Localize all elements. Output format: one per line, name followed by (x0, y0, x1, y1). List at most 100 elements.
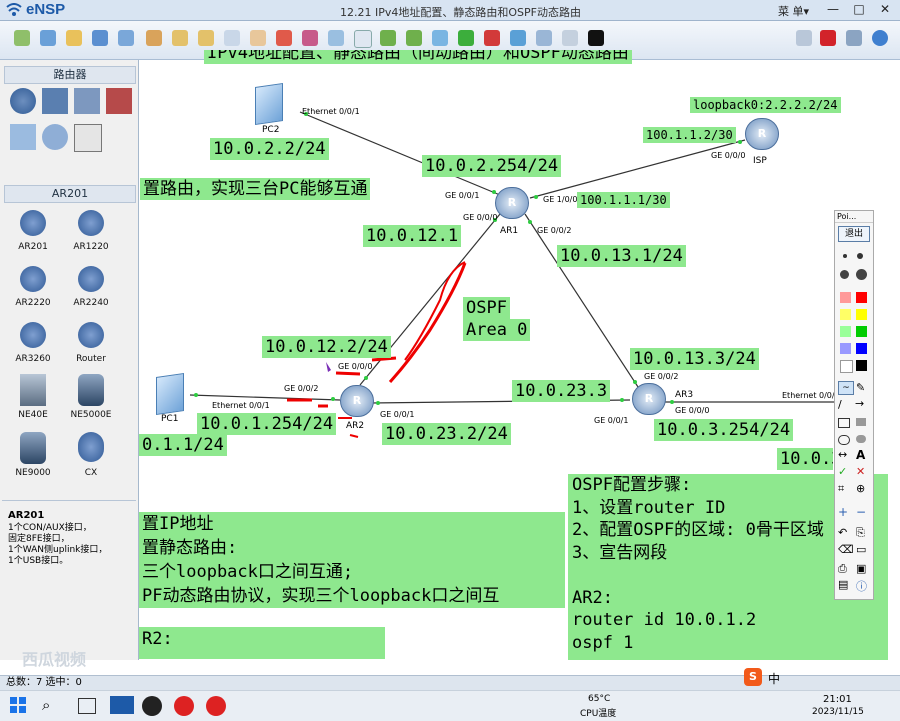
color-swatch[interactable] (840, 292, 851, 303)
line-tool-icon[interactable]: / (838, 398, 842, 411)
note-line: router id 10.0.1.2 (572, 610, 757, 630)
port-label: GE 0/0/2 (537, 226, 572, 235)
pen-toolbar-title: Poi... (835, 211, 873, 223)
pen-size-small-icon[interactable] (843, 254, 847, 258)
copy-icon[interactable]: ⎘ (856, 526, 865, 540)
ar1-wan-ip-label: 100.1.1.1/30 (577, 192, 670, 208)
color-swatch[interactable] (856, 343, 867, 354)
ar3-lan-ip-label: 10.0.3.254/24 (654, 419, 794, 441)
note-line: 三个loopback口之间互通; (142, 562, 354, 582)
image-icon[interactable]: ▤ (838, 578, 848, 591)
ar2-router-icon[interactable]: R (340, 385, 374, 417)
link-pc1-ar2 (189, 394, 341, 401)
filled-rectangle-icon[interactable] (856, 418, 866, 426)
ospf-label: OSPF (463, 297, 510, 319)
sogou-ime-icon[interactable]: S (744, 668, 762, 686)
note-line: ospf 1 (572, 632, 634, 653)
color-swatch[interactable] (840, 326, 851, 337)
check-icon[interactable]: ✓ (838, 465, 847, 478)
isp-loopback-label: loopback0:2.2.2.2/24 (690, 97, 841, 113)
pen-stroke (404, 261, 466, 361)
ar2-name: AR2 (346, 421, 365, 431)
port-label: GE 0/0/0 (338, 362, 373, 371)
ar1-name: AR1 (500, 226, 519, 236)
select-region-icon[interactable]: ⌗ (838, 482, 844, 496)
double-arrow-icon[interactable]: ↔ (838, 448, 847, 461)
windows-taskbar (0, 690, 900, 721)
color-swatch[interactable] (856, 309, 867, 320)
color-swatch[interactable] (840, 309, 851, 320)
pen-stroke (371, 356, 397, 362)
app2-taskbar-icon[interactable] (206, 696, 226, 716)
search-icon[interactable]: ⌕ (42, 696, 50, 714)
pc2-name: PC2 (262, 125, 280, 135)
rectangle-tool-icon[interactable] (838, 418, 850, 428)
color-swatch[interactable] (856, 360, 867, 371)
isp-router-icon[interactable]: R (745, 118, 779, 150)
text-tool-icon[interactable]: A (856, 448, 865, 462)
config-notes-left2: R2: (139, 627, 385, 659)
color-swatch[interactable] (840, 360, 853, 373)
eraser-icon[interactable]: ⌫ (838, 543, 854, 556)
port-label: GE 0/0/2 (644, 372, 679, 381)
port-label: GE 0/0/2 (284, 384, 319, 393)
undo-pen-icon[interactable]: ↶ (838, 526, 847, 539)
remove-icon[interactable]: − (856, 505, 866, 519)
isp-ip-label: 100.1.1.2/30 (643, 127, 736, 143)
pen-stroke (335, 371, 361, 376)
pen-stroke (349, 434, 359, 438)
pen-size-large-icon[interactable] (840, 270, 849, 279)
ar3-23-ip-label: 10.0.23.3 (512, 380, 611, 402)
print-pen-icon[interactable]: ⎙ (838, 562, 847, 576)
color-swatch[interactable] (840, 343, 851, 354)
clock-time: 21:01 (823, 694, 852, 705)
ar3-name: AR3 (675, 390, 694, 400)
cross-icon[interactable]: ✕ (856, 465, 865, 478)
pc2-device-icon[interactable] (255, 83, 283, 125)
add-icon[interactable]: + (838, 505, 848, 519)
task-view-icon[interactable] (78, 698, 96, 714)
highlighter-icon[interactable]: ✎ (856, 381, 865, 394)
clock-date: 2023/11/15 (812, 707, 864, 717)
info-icon[interactable]: ⓘ (856, 578, 867, 594)
pc3-ip-label: 10.0.3.2/ (777, 448, 833, 470)
task-route-note: 置路由，实现三台PC能够互通 (140, 178, 371, 200)
isp-name: ISP (753, 156, 767, 166)
color-swatch[interactable] (856, 326, 867, 337)
ellipse-tool-icon[interactable] (838, 435, 850, 445)
color-swatch[interactable] (856, 292, 867, 303)
pen-freehand-icon[interactable]: ~ (838, 381, 854, 395)
clear-icon[interactable]: ▭ (856, 543, 866, 556)
port-label: GE 0/0/1 (445, 191, 480, 200)
config-notes-left: 置IP地址 置静态路由: 三个loopback口之间互通; PF动态路由协议，实… (139, 512, 565, 608)
ensp-taskbar-icon[interactable] (110, 696, 134, 714)
port-label: GE 0/0/0 (675, 406, 710, 415)
windows-start-icon[interactable] (10, 697, 26, 713)
note-line: PF动态路由协议，实现三个loopback口之间互 (142, 586, 500, 606)
ime-mode[interactable]: 中 (768, 670, 780, 687)
mouse-cursor-icon (326, 362, 331, 372)
port-label: GE 1/0/0 (543, 195, 578, 204)
ar3-13-ip-label: 10.0.13.3/24 (630, 348, 759, 370)
zoom-icon[interactable]: ⊕ (856, 482, 865, 495)
port-label: Ethernet 0/0/1 (782, 391, 840, 400)
port-label: Ethernet 0/0/1 (302, 107, 360, 116)
pen-size-xlarge-icon[interactable] (856, 269, 867, 280)
recorder-taskbar-icon[interactable] (142, 696, 162, 716)
ar2-12-ip-label: 10.0.12.2/24 (262, 336, 391, 358)
pen-size-medium-icon[interactable] (857, 253, 863, 259)
pc1-device-icon[interactable] (156, 373, 184, 415)
save-pen-icon[interactable]: ▣ (856, 562, 866, 575)
cpu-temp: 65°C (588, 694, 611, 704)
note-line: 置IP地址 (142, 514, 214, 534)
ar1-12-ip-label: 10.0.12.1 (363, 225, 462, 247)
app-taskbar-icon[interactable] (174, 696, 194, 716)
ar1-router-icon[interactable]: R (495, 187, 529, 219)
filled-ellipse-icon[interactable] (856, 435, 866, 443)
arrow-tool-icon[interactable]: → (855, 397, 864, 410)
watermark: 西瓜视频 (22, 650, 87, 669)
link-ar1-ar3 (524, 213, 641, 391)
pen-exit-button[interactable]: 退出 (838, 226, 870, 242)
status-bar: 总数：7 选中：0 (0, 675, 900, 690)
ar3-router-icon[interactable]: R (632, 383, 666, 415)
